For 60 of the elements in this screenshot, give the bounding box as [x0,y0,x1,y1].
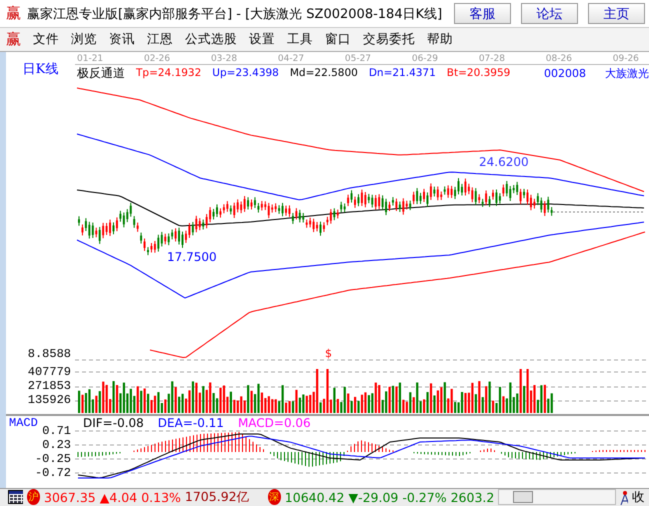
stock-name: 大族激光 [605,66,649,81]
date-label: 07-28 [478,54,505,64]
link-button[interactable]: 论坛 [521,3,578,24]
macd-title: MACD [9,416,38,430]
axis-label: 407779 [28,364,72,379]
index-value: 10640.42 [284,490,344,505]
menu-item[interactable]: 设置 [249,30,275,48]
menu-logo[interactable]: 赢 [6,30,21,49]
menu-item[interactable]: 资讯 [109,30,135,48]
menu-item[interactable]: 浏览 [71,30,97,48]
link-button[interactable]: 客服 [454,3,511,24]
axis-label: -0.25 [34,452,72,466]
indicator-value: Tp=24.1932 [136,67,202,80]
axis-label: 8.8588 [28,346,72,361]
indicator-name: 极反通道 [77,64,125,82]
date-label: 05-27 [344,54,372,64]
marker: $ [325,346,332,360]
window-title: 赢家江恩专业版[赢家内部服务平台] - [大族激光 SZ002008-184日K线] [27,6,444,23]
date-label: 09-26 [612,54,639,64]
index-change: ▼-29.09 [348,490,398,505]
high-price-label: 24.6200 [479,154,529,169]
axis-label: 0.71 [42,424,72,438]
index-percent: -0.27% [402,490,447,505]
low-price-label: 17.7500 [167,250,217,264]
link-button[interactable]: 主页 [588,3,645,24]
date-label: 08-26 [546,54,572,64]
indicator-value: DIF=-0.08 [83,416,144,430]
menu-item[interactable]: 公式选股 [185,30,237,48]
menu-item[interactable]: 交易委托 [363,30,415,48]
date-label: 04-27 [278,54,304,64]
date-label: 03-28 [210,54,238,64]
stock-code: 002008 [544,66,586,80]
axis-label: -0.72 [34,466,72,480]
axis-label: 271853 [28,378,72,393]
indicator-value: Md=22.5800 [290,67,358,80]
menu-item[interactable]: 江恩 [147,30,173,48]
index-amount: 2603.2 [450,490,494,505]
axis-label: 135926 [28,392,72,407]
market-badge: 深 [268,489,281,506]
axis-label: 0.23 [42,438,72,452]
status-text: 收 [632,488,646,506]
menu-item[interactable]: 窗口 [325,30,351,48]
app-logo: 赢 [6,4,21,24]
date-label: 01-21 [77,54,104,64]
indicator-value: DEA=-0.11 [158,416,224,430]
indicator-value: Dn=21.4371 [368,67,436,80]
menu-item[interactable]: 工具 [287,30,313,48]
market-badge: 沪 [26,489,40,506]
indicator-value: MACD=0.06 [238,416,311,430]
index-percent: 0.13% [141,490,181,505]
date-label: 06-29 [412,54,438,64]
period-label: 日K线 [22,60,58,78]
index-change: ▲4.04 [100,490,138,505]
index-amount: 1705.92亿 [184,488,250,506]
date-label: 02-26 [144,54,170,64]
indicator-value: Bt=20.3959 [446,67,510,80]
indicator-value: Up=23.4398 [212,67,279,80]
index-value: 3067.35 [44,490,96,505]
menu-item[interactable]: 帮助 [427,30,453,48]
menu-item[interactable]: 文件 [33,30,59,48]
